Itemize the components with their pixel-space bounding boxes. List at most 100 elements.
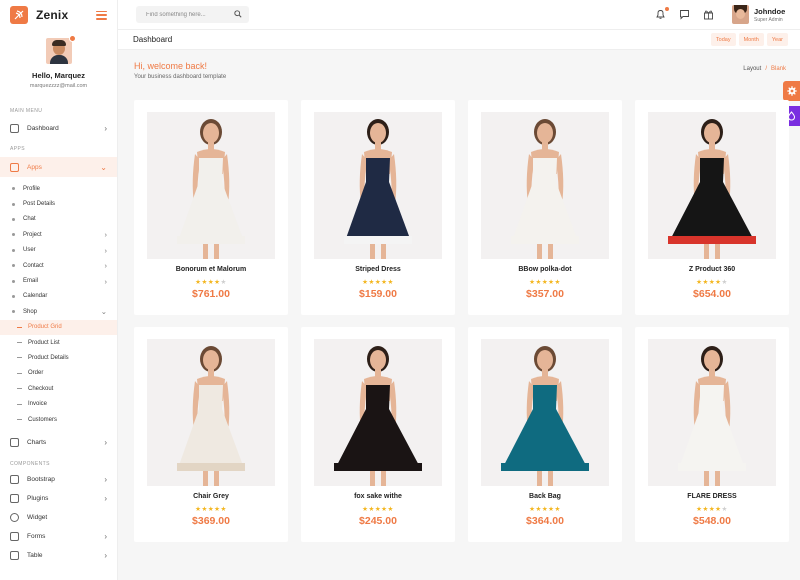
breadcrumb: Layout / Blank: [743, 66, 786, 72]
sidebar-subitem-product-details[interactable]: Product Details: [0, 350, 117, 365]
product-name[interactable]: Back Bag: [468, 493, 622, 500]
top-header: Johndoe Super Admin: [118, 0, 800, 30]
product-name[interactable]: Z Product 360: [635, 266, 789, 273]
sidebar-item-widget[interactable]: Widget: [0, 508, 117, 527]
sidebar-item-forms[interactable]: Forms ›: [0, 527, 117, 546]
model-photo: [344, 119, 412, 259]
chevron-right-icon: ›: [104, 532, 107, 542]
sidebar-subitem-product-grid[interactable]: Product Grid: [0, 319, 117, 335]
profile-avatar[interactable]: [45, 35, 76, 64]
range-month-button[interactable]: Month: [738, 33, 764, 46]
product-card[interactable]: BBow polka-dot ★★★★★ $357.00: [468, 100, 622, 315]
product-name[interactable]: Striped Dress: [301, 266, 455, 273]
bootstrap-icon: [10, 475, 19, 485]
sidebar-subitem-user[interactable]: User ›: [0, 243, 117, 258]
sidebar-subitem-project[interactable]: Project ›: [0, 227, 117, 242]
star-icon: ★: [554, 279, 561, 286]
chevron-right-icon: ›: [104, 551, 107, 561]
sidebar-item-table[interactable]: Table ›: [0, 546, 117, 565]
product-price: $364.00: [526, 515, 564, 527]
subitem-label: Invoice: [28, 401, 48, 408]
product-price: $245.00: [359, 515, 397, 527]
sidebar-subitem-contact[interactable]: Contact ›: [0, 258, 117, 273]
search-icon[interactable]: [234, 10, 242, 18]
sidebar-subitem-shop[interactable]: Shop ⌄: [0, 304, 117, 319]
product-name[interactable]: BBow polka-dot: [468, 266, 622, 273]
header-icons: [655, 7, 714, 20]
product-card[interactable]: fox sake withe ★★★★★ $245.00: [301, 327, 455, 542]
dashboard-icon: [10, 123, 19, 133]
sidebar-item-dashboard[interactable]: Dashboard ›: [0, 118, 117, 138]
sidebar-subitem-order[interactable]: Order: [0, 366, 117, 381]
range-year-button[interactable]: Year: [766, 33, 788, 46]
sidebar-subitem-profile[interactable]: Profile: [0, 181, 117, 196]
product-name[interactable]: FLARE DRESS: [635, 493, 789, 500]
product-image[interactable]: [481, 112, 609, 259]
chevron-right-icon: ›: [104, 245, 108, 255]
page-title: Dashboard: [133, 35, 173, 44]
sidebar-item-apps[interactable]: Apps ⌄: [0, 157, 117, 177]
subitem-label: Product List: [28, 339, 60, 346]
user-role: Super Admin: [754, 16, 783, 23]
sidebar-item-label: Table: [27, 552, 43, 560]
bell-icon[interactable]: [655, 7, 669, 20]
product-card[interactable]: Z Product 360 ★★★★★ $654.00: [635, 100, 789, 315]
star-icon: ★: [554, 506, 561, 513]
product-image[interactable]: [481, 339, 609, 486]
user-menu[interactable]: Johndoe Super Admin: [732, 5, 785, 24]
sidebar-subitem-product-list[interactable]: Product List: [0, 335, 117, 350]
sidebar-subitem-checkout[interactable]: Checkout: [0, 381, 117, 396]
product-card[interactable]: Back Bag ★★★★★ $364.00: [468, 327, 622, 542]
model-photo: [511, 119, 579, 259]
model-photo: [501, 346, 589, 486]
product-image[interactable]: [147, 339, 275, 486]
sidebar-subitem-customers[interactable]: Customers: [0, 412, 117, 427]
brand: Zenix: [0, 0, 117, 30]
brand-logo-icon[interactable]: [10, 6, 28, 24]
model-photo: [177, 346, 245, 486]
product-image[interactable]: [314, 112, 442, 259]
range-today-button[interactable]: Today: [710, 33, 736, 46]
search-bar: [136, 6, 249, 23]
subitem-label: Order: [28, 370, 44, 377]
product-card[interactable]: Striped Dress ★★★★★ $159.00: [301, 100, 455, 315]
chat-icon[interactable]: [679, 9, 690, 20]
sidebar-subitem-post-details[interactable]: Post Details: [0, 196, 117, 211]
sidebar-subitem-chat[interactable]: Chat: [0, 212, 117, 227]
model-photo: [678, 346, 746, 486]
product-image[interactable]: [648, 339, 776, 486]
gift-icon[interactable]: [703, 9, 714, 20]
product-card[interactable]: FLARE DRESS ★★★★★ $548.00: [635, 327, 789, 542]
star-icon: ★: [220, 506, 227, 513]
breadcrumb-parent[interactable]: Layout: [743, 66, 761, 72]
product-name[interactable]: Chair Grey: [134, 493, 288, 500]
welcome-subtitle: Your business dashboard template: [134, 74, 227, 80]
model-photo: [177, 119, 245, 259]
subitem-label: Calendar: [23, 293, 48, 300]
hamburger-menu-icon[interactable]: [96, 10, 107, 20]
sidebar-subitem-email[interactable]: Email ›: [0, 273, 117, 288]
table-icon: [10, 551, 19, 561]
product-image[interactable]: [314, 339, 442, 486]
product-image[interactable]: [648, 112, 776, 259]
model-photo: [668, 119, 756, 259]
settings-float-button[interactable]: [783, 81, 800, 101]
page-subheader: Dashboard Today Month Year: [118, 30, 800, 50]
breadcrumb-current: Blank: [770, 66, 786, 72]
subitem-label: Profile: [23, 185, 41, 192]
product-card[interactable]: Chair Grey ★★★★★ $369.00: [134, 327, 288, 542]
product-price: $357.00: [526, 288, 564, 300]
user-avatar[interactable]: [732, 5, 749, 24]
chevron-right-icon: ›: [104, 123, 107, 133]
sidebar-subitem-calendar[interactable]: Calendar: [0, 289, 117, 304]
sidebar-item-plugins[interactable]: Plugins ›: [0, 489, 117, 508]
product-name[interactable]: fox sake withe: [301, 493, 455, 500]
search-input[interactable]: [146, 11, 231, 18]
sidebar-item-bootstrap[interactable]: Bootstrap ›: [0, 470, 117, 489]
sidebar-subitem-invoice[interactable]: Invoice: [0, 396, 117, 411]
product-card[interactable]: Bonorum et Malorum ★★★★★ $761.00: [134, 100, 288, 315]
product-image[interactable]: [147, 112, 275, 259]
product-name[interactable]: Bonorum et Malorum: [134, 266, 288, 273]
section-label-components: COMPONENTS: [10, 461, 50, 468]
sidebar-item-charts[interactable]: Charts ›: [0, 432, 117, 452]
